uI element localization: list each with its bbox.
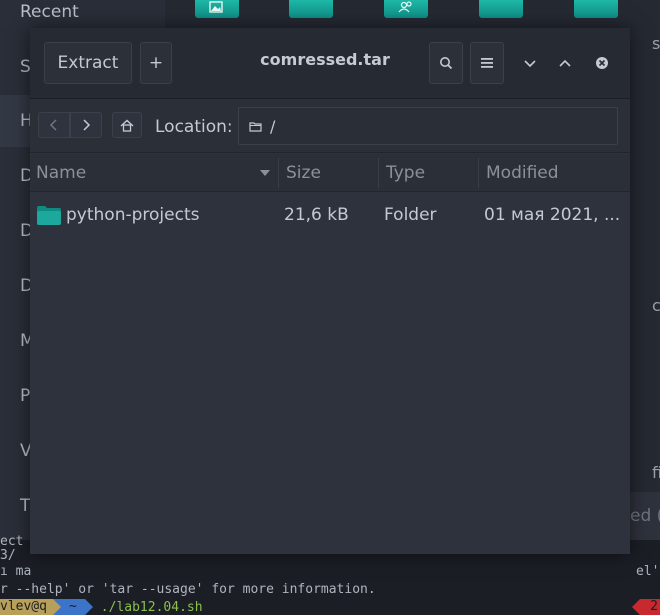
column-divider bbox=[478, 158, 479, 188]
column-header-row: Name Size Type Modified bbox=[30, 154, 630, 192]
home-button[interactable] bbox=[112, 112, 142, 138]
menu-button[interactable] bbox=[470, 42, 504, 84]
forward-button[interactable] bbox=[70, 112, 102, 138]
search-icon bbox=[440, 57, 453, 70]
back-button[interactable] bbox=[38, 112, 70, 138]
minimize-button[interactable] bbox=[519, 52, 541, 74]
users-icon bbox=[398, 1, 412, 13]
folder-icon bbox=[37, 206, 61, 225]
terminal-line: el' bbox=[636, 564, 660, 579]
archive-manager-window: Extract + comressed.tar Location: / Name bbox=[30, 28, 630, 554]
column-divider bbox=[278, 158, 279, 188]
search-button[interactable] bbox=[429, 42, 463, 84]
chevron-down-icon bbox=[524, 60, 536, 68]
error-status-badge: 2 bbox=[632, 599, 660, 615]
prompt-separator-icon bbox=[52, 599, 61, 615]
terminal-prompt: vlev@q ~ ./lab12.04.sh bbox=[0, 599, 203, 615]
terminal-line: r --help' or 'tar --usage' for more info… bbox=[0, 582, 376, 597]
background-sidebar-item[interactable]: P bbox=[20, 386, 30, 406]
home-icon bbox=[120, 119, 134, 132]
folder-outline-icon bbox=[249, 121, 262, 132]
column-header-type[interactable]: Type bbox=[380, 154, 478, 192]
prompt-command: ./lab12.04.sh bbox=[100, 599, 203, 615]
close-icon bbox=[596, 57, 608, 69]
prompt-directory-segment: ~ bbox=[60, 599, 85, 615]
terminal-line: 3/ bbox=[0, 548, 16, 563]
chevron-right-icon bbox=[83, 119, 91, 131]
terminal-line: ect bbox=[0, 534, 24, 549]
background-pictures-folder-icon[interactable] bbox=[195, 0, 239, 18]
column-header-name[interactable]: Name bbox=[30, 154, 278, 192]
location-path: / bbox=[270, 116, 276, 136]
background-folder-icon[interactable] bbox=[289, 0, 333, 18]
column-header-modified[interactable]: Modified bbox=[480, 154, 630, 192]
background-sidebar-item[interactable]: T bbox=[20, 496, 30, 516]
background-partial-text: fi bbox=[652, 463, 660, 482]
window-title: comressed.tar bbox=[260, 50, 390, 69]
location-label: Location: bbox=[155, 117, 233, 137]
background-folder-icon[interactable] bbox=[574, 0, 618, 18]
background-partial-text: s bbox=[652, 34, 660, 53]
chevron-left-icon bbox=[49, 119, 57, 131]
row-name: python-projects bbox=[66, 205, 200, 225]
sort-descending-icon bbox=[260, 170, 270, 176]
row-modified: 01 мая 2021, ... bbox=[484, 205, 621, 225]
location-field[interactable]: / bbox=[238, 107, 618, 145]
background-status-strip: ed ( bbox=[630, 492, 660, 540]
add-files-button[interactable]: + bbox=[140, 42, 172, 84]
chevron-up-icon bbox=[559, 59, 571, 67]
prompt-separator-icon bbox=[84, 599, 93, 615]
row-type: Folder bbox=[384, 205, 437, 225]
close-button[interactable] bbox=[591, 52, 613, 74]
background-sidebar-item[interactable]: Recent bbox=[20, 2, 79, 22]
image-icon bbox=[209, 1, 223, 13]
column-header-size[interactable]: Size bbox=[280, 154, 378, 192]
terminal-line: ı ma bbox=[0, 564, 32, 579]
background-partial-text: c bbox=[652, 296, 660, 315]
maximize-button[interactable] bbox=[554, 52, 576, 74]
hamburger-menu-icon bbox=[481, 58, 493, 68]
background-folder-icon[interactable] bbox=[479, 0, 523, 18]
column-divider bbox=[378, 158, 379, 188]
prompt-user-segment: vlev@q bbox=[0, 599, 53, 615]
headerbar: Extract + comressed.tar bbox=[30, 28, 630, 99]
background-partial-text: ed ( bbox=[630, 506, 660, 526]
row-size: 21,6 kB bbox=[284, 205, 349, 225]
table-row[interactable]: python-projects 21,6 kB Folder 01 мая 20… bbox=[30, 196, 630, 234]
extract-button[interactable]: Extract bbox=[44, 42, 132, 84]
background-public-folder-icon[interactable] bbox=[384, 0, 428, 18]
